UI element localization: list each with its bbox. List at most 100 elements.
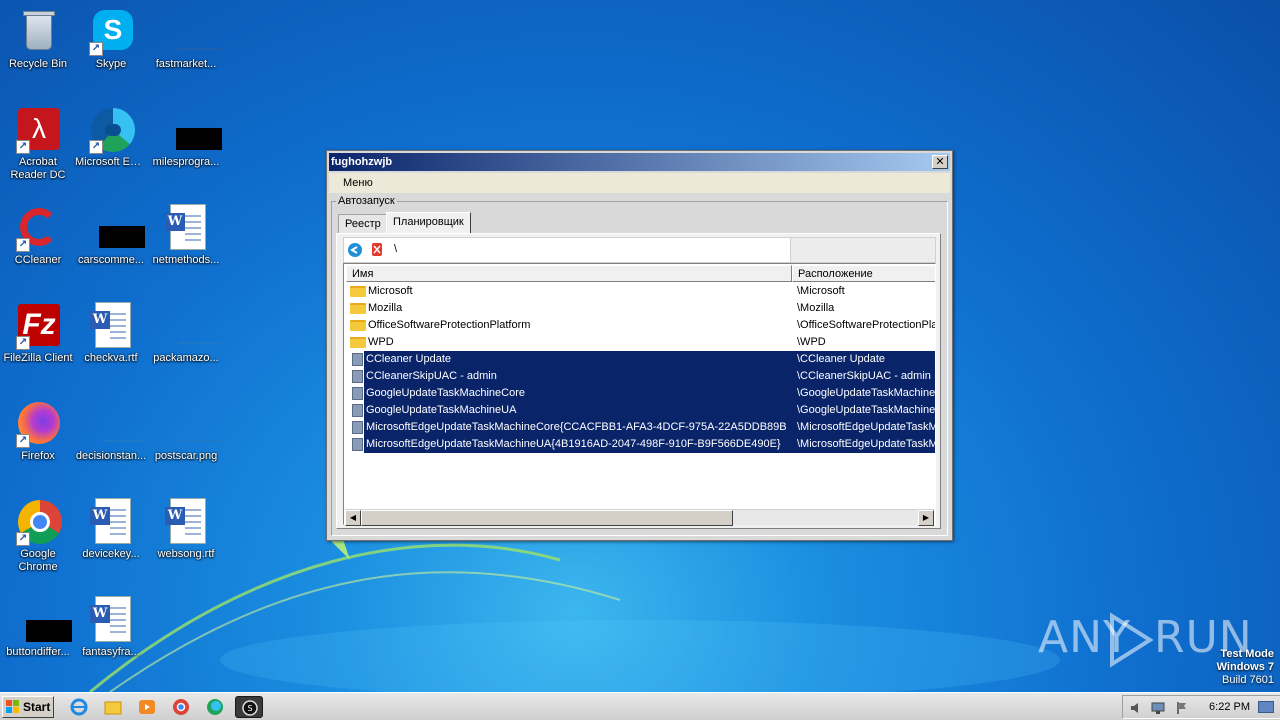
tab-label: Реестр	[345, 218, 381, 230]
list-item-name: OfficeSoftwareProtectionPlatform	[368, 319, 531, 331]
filezilla-icon: Fz ↗	[14, 302, 62, 350]
tab-registry[interactable]: Реестр	[338, 214, 388, 234]
window-titlebar[interactable]: fughohzwjb ✕	[329, 153, 950, 171]
list-item-location: \WPD	[797, 336, 826, 348]
running-app-icon[interactable]: S	[235, 696, 263, 718]
desktop-icon-recycle-bin[interactable]: Recycle Bin	[0, 2, 76, 90]
clock[interactable]: 6:22 PM	[1209, 701, 1250, 713]
desktop-icon-label: decisionstan...	[75, 450, 147, 462]
desktop-icon-label: Skype	[95, 58, 127, 70]
desktop-icon-label: CCleaner	[14, 254, 62, 266]
desktop-icon-decisionstan[interactable]: decisionstan...	[73, 394, 149, 482]
list-item[interactable]: MicrosoftEdgeUpdateTaskMachineCore{CCACF…	[346, 419, 935, 436]
desktop-icon-buttondiffer[interactable]: buttondiffer...	[0, 590, 76, 678]
media-player-icon[interactable]	[136, 697, 158, 717]
chrome-icon: ↗	[14, 498, 62, 546]
scroll-left-button[interactable]: ◀	[345, 510, 361, 526]
delete-button[interactable]	[372, 243, 382, 256]
anyrun-watermark: ANY RUN	[1038, 612, 1252, 668]
internet-explorer-icon[interactable]	[68, 697, 90, 717]
scheduler-list[interactable]: Имя Расположение Microsoft \Microsoft Mozi…	[343, 263, 936, 525]
list-item-location: \CCleaner Update	[797, 353, 886, 365]
start-button[interactable]: Start	[2, 696, 54, 718]
folder-icon	[350, 337, 366, 348]
file-explorer-icon[interactable]	[102, 697, 124, 717]
list-item-location: \CCleanerSkipUAC - admin	[797, 370, 931, 382]
list-item[interactable]: Microsoft \Microsoft	[346, 283, 935, 300]
desktop-icon-fantasyfra[interactable]: W fantasyfra...	[73, 590, 149, 678]
desktop-icon-milesprogra[interactable]: milesprogra...	[148, 100, 224, 188]
tab-scheduler[interactable]: Планировщик	[386, 212, 471, 234]
list-item[interactable]: Mozilla \Mozilla	[346, 300, 935, 317]
desktop-icon-postscar[interactable]: postscar.png	[148, 394, 224, 482]
list-header: Имя Расположение	[346, 265, 935, 282]
back-arrow-icon	[350, 246, 358, 254]
close-icon: ✕	[935, 156, 945, 168]
list-item[interactable]: CCleanerSkipUAC - admin \CCleanerSkipUAC …	[346, 368, 935, 385]
scroll-right-button[interactable]: ▶	[918, 510, 934, 526]
list-item-location: \OfficeSoftwareProtectionPla	[797, 319, 936, 331]
blank-file-icon	[162, 106, 222, 154]
desktop-icon-label: FileZilla Client	[3, 352, 73, 364]
desktop-icon-label: fantasyfra...	[82, 646, 140, 658]
ccleaner-icon: ↗	[14, 204, 62, 252]
edge-icon: ↗	[87, 106, 135, 154]
desktop-icon-netmethods[interactable]: W netmethods...	[148, 198, 224, 286]
desktop-icon-label: milesprogra...	[152, 156, 220, 168]
desktop-icon-skype[interactable]: S ↗ Skype	[73, 2, 149, 90]
desktop-icon-label: Microsoft Edge	[75, 156, 149, 168]
desktop-icon-fastmarket[interactable]: fastmarket...	[148, 2, 224, 90]
desktop-icon-carscomme[interactable]: carscomme...	[73, 198, 149, 286]
test-mode-label: Test Mode	[1220, 648, 1274, 660]
scroll-thumb[interactable]	[361, 510, 733, 526]
column-header-name[interactable]: Имя	[346, 265, 792, 282]
column-header-location[interactable]: Расположение	[792, 265, 935, 282]
desktop-icon-filezilla[interactable]: Fz ↗ FileZilla Client	[0, 296, 76, 384]
show-desktop-button[interactable]	[1258, 701, 1274, 713]
blank-file-icon	[87, 204, 145, 252]
notification-area: 6:22 PM	[1122, 695, 1280, 719]
list-item[interactable]: CCleaner Update \CCleaner Update	[346, 351, 935, 368]
speaker-icon[interactable]	[1129, 701, 1143, 715]
svg-text:S: S	[247, 704, 252, 713]
desktop-icon-edge[interactable]: ↗ Microsoft Edge	[73, 100, 149, 188]
close-button[interactable]: ✕	[932, 155, 948, 169]
menu-item-menu[interactable]: Меню	[343, 177, 373, 189]
desktop-icon-packamazo[interactable]: packamazo...	[148, 296, 224, 384]
list-item[interactable]: OfficeSoftwareProtectionPlatform \OfficeS…	[346, 317, 936, 334]
start-label: Start	[23, 700, 51, 714]
path-field[interactable]: \	[394, 243, 397, 255]
word-document-icon: W	[87, 498, 135, 546]
path-toolbar: \	[343, 237, 936, 263]
desktop-icon-acrobat[interactable]: λ ↗ Acrobat Reader DC	[0, 100, 76, 188]
desktop-icon-checkva[interactable]: W checkva.rtf	[73, 296, 149, 384]
desktop-icon-devicekey[interactable]: W devicekey...	[73, 492, 149, 580]
toolbar-spacer	[790, 238, 935, 262]
task-icon	[352, 370, 363, 383]
test-mode-notice: Test Mode Windows 7 Build 7601	[1217, 648, 1274, 687]
word-document-icon: W	[162, 498, 210, 546]
desktop-icon-firefox[interactable]: ↗ Firefox	[0, 394, 76, 482]
blank-file-icon	[87, 400, 147, 448]
list-item[interactable]: WPD \WPD	[346, 334, 935, 351]
list-item[interactable]: GoogleUpdateTaskMachineUA \GoogleUpdateTa…	[346, 402, 935, 419]
window-title: fughohzwjb	[331, 156, 393, 168]
list-item-name: CCleaner Update	[366, 353, 451, 365]
list-item[interactable]: GoogleUpdateTaskMachineCore \GoogleUpdate…	[346, 385, 935, 402]
task-icon	[352, 404, 363, 417]
back-button[interactable]	[348, 243, 362, 257]
desktop-icon-websong[interactable]: W websong.rtf	[148, 492, 224, 580]
list-item[interactable]: MicrosoftEdgeUpdateTaskMachineUA{4B1916A…	[346, 436, 935, 453]
menu-bar: Меню	[329, 173, 950, 193]
desktop-icon-ccleaner[interactable]: ↗ CCleaner	[0, 198, 76, 286]
acrobat-icon: λ ↗	[14, 106, 62, 154]
chrome-icon[interactable]	[170, 697, 192, 717]
folder-icon	[350, 286, 366, 297]
desktop-icon-label: carscomme...	[77, 254, 144, 266]
action-center-flag-icon[interactable]	[1175, 701, 1189, 715]
horizontal-scrollbar[interactable]: ◀ ▶	[345, 509, 934, 526]
desktop-icon-chrome[interactable]: ↗ Google Chrome	[0, 492, 76, 580]
network-icon[interactable]	[1151, 701, 1165, 715]
recycle-bin-icon	[14, 8, 62, 56]
edge-icon[interactable]	[204, 697, 226, 717]
